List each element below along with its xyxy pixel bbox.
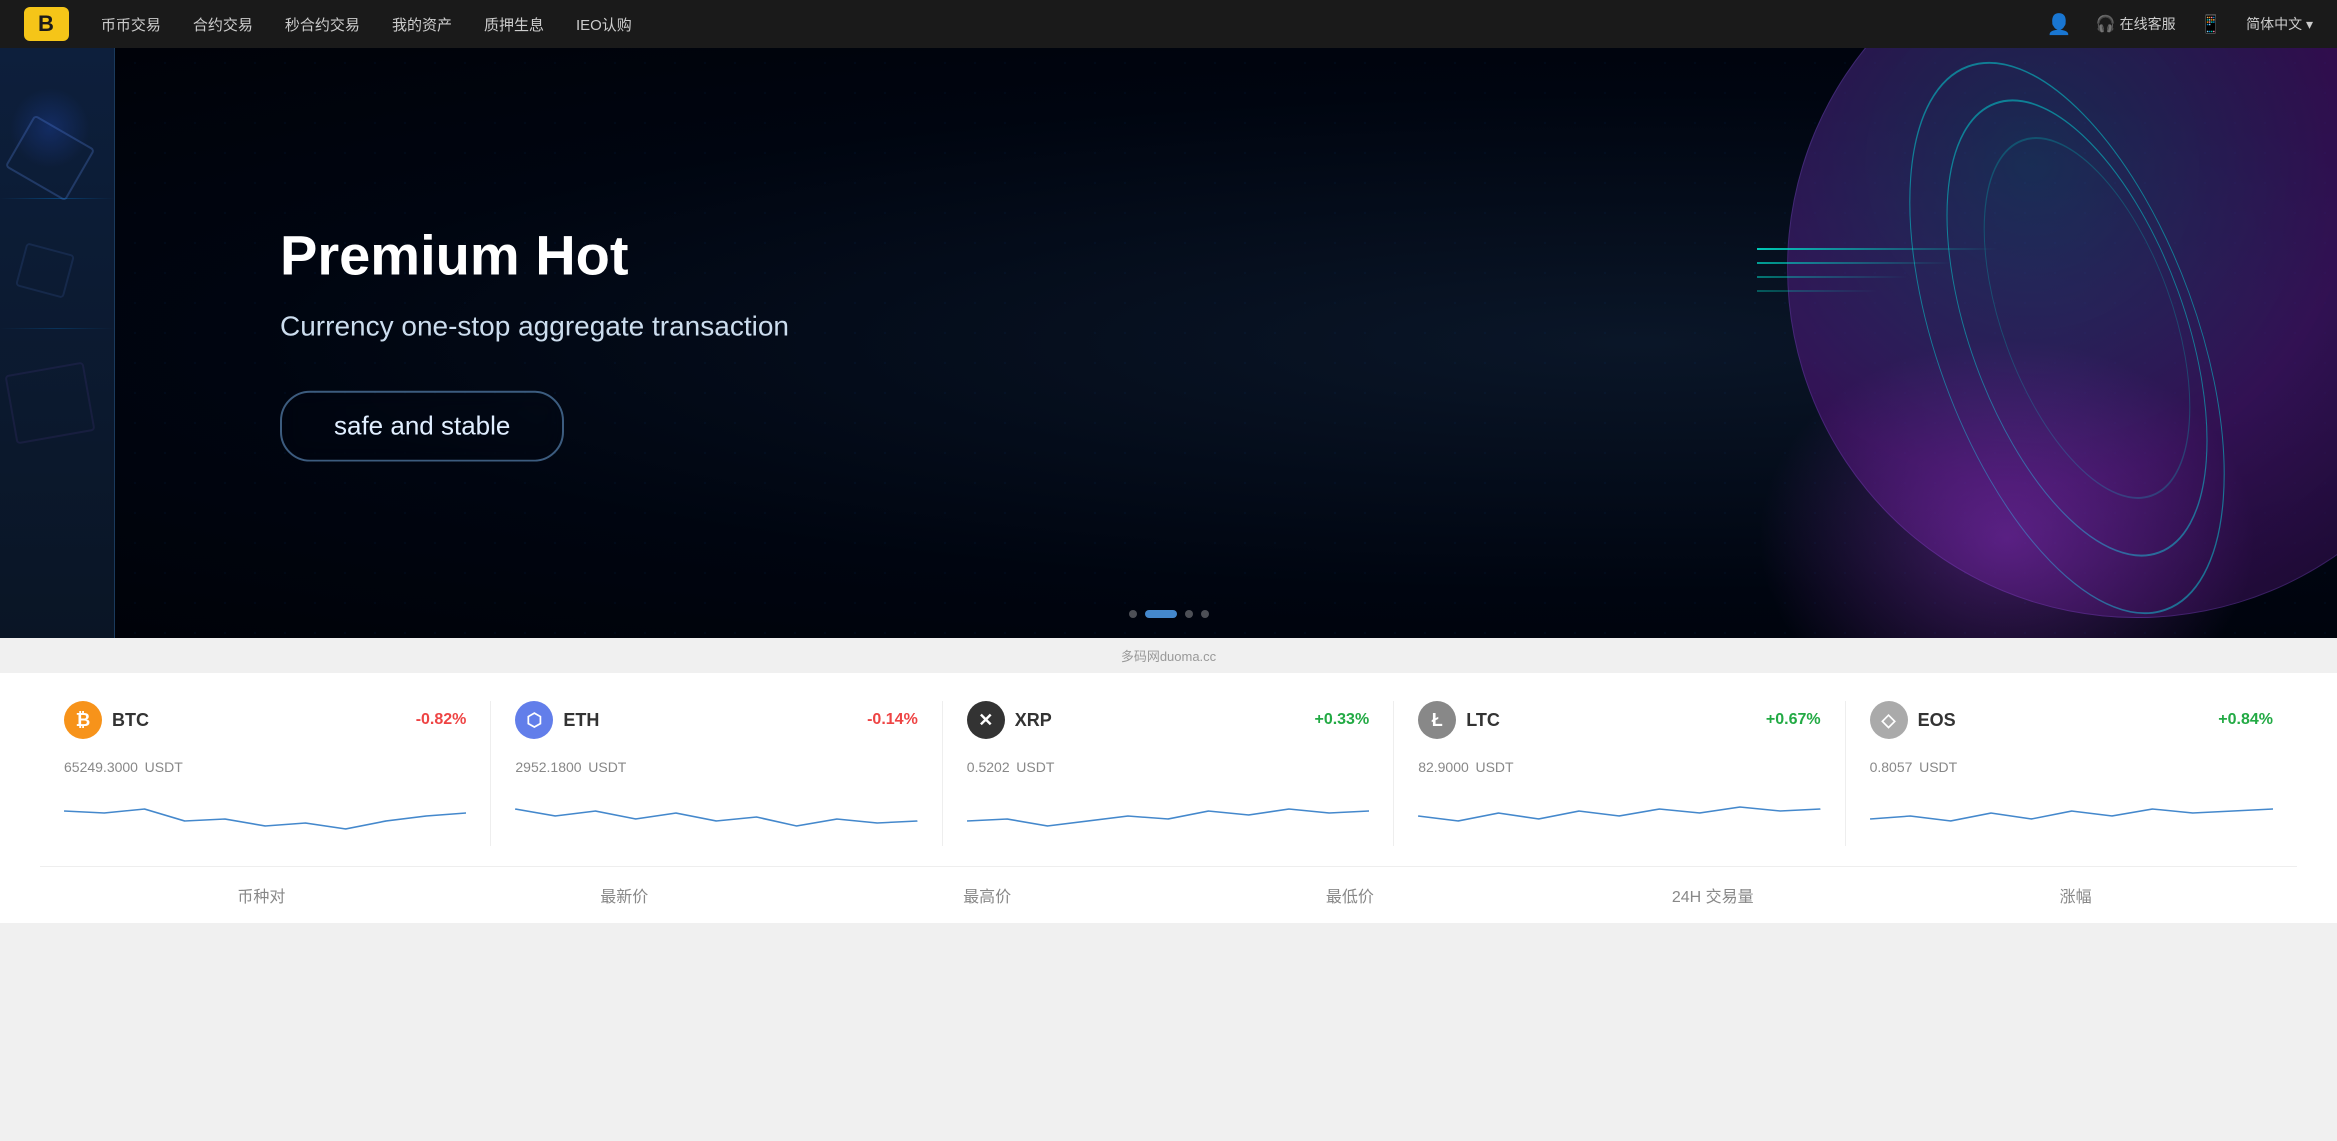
headset-icon: 🎧 (2096, 14, 2116, 34)
hero-cta-button[interactable]: safe and stable (280, 390, 564, 461)
chevron-down-icon: ▾ (2306, 16, 2313, 32)
nav-item-futures[interactable]: 合约交易 (193, 14, 253, 35)
xrp-change: +0.33% (1314, 711, 1369, 729)
eth-symbol: ETH (563, 710, 599, 731)
hero-left-panel (0, 48, 115, 638)
navbar: B 币币交易 合约交易 秒合约交易 我的资产 质押生息 IEO认购 👤 🎧 在线… (0, 0, 2337, 48)
ltc-symbol: LTC (1466, 710, 1500, 731)
col-header-volume: 24H 交易量 (1531, 883, 1894, 907)
user-icon[interactable]: 👤 (2047, 12, 2072, 37)
hero-subtitle: Currency one-stop aggregate transaction (280, 310, 789, 342)
col-header-latest-price: 最新价 (443, 883, 806, 907)
xrp-sparkline (967, 791, 1369, 841)
slide-dot-4[interactable] (1201, 610, 1209, 618)
nav-item-pledge[interactable]: 质押生息 (484, 14, 544, 35)
online-service[interactable]: 🎧 在线客服 (2096, 14, 2176, 34)
nav-menu: 币币交易 合约交易 秒合约交易 我的资产 质押生息 IEO认购 (101, 14, 632, 35)
hero-banner: Premium Hot Currency one-stop aggregate … (0, 48, 2337, 638)
slide-dot-3[interactable] (1185, 610, 1193, 618)
col-header-pair: 币种对 (80, 883, 443, 907)
xrp-symbol: XRP (1015, 710, 1052, 731)
ltc-price: 82.9000 USDT (1418, 751, 1820, 779)
globe-lines (1757, 248, 2057, 304)
download-icon[interactable]: 📱 (2200, 14, 2222, 35)
table-headers: 币种对 最新价 最高价 最低价 24H 交易量 涨幅 (40, 867, 2297, 923)
eth-price: 2952.1800 USDT (515, 751, 917, 779)
nav-item-assets[interactable]: 我的资产 (392, 14, 452, 35)
eos-icon: ◇ (1870, 701, 1908, 739)
ltc-sparkline (1418, 791, 1820, 841)
btc-sparkline (64, 791, 466, 841)
col-header-low: 最低价 (1169, 883, 1532, 907)
ticker-grid: ₿ BTC -0.82% 65249.3000 USDT ⬡ ETH -0.14… (40, 701, 2297, 867)
col-header-change: 涨幅 (1894, 883, 2257, 907)
ticker-section: ₿ BTC -0.82% 65249.3000 USDT ⬡ ETH -0.14… (0, 673, 2337, 923)
ticker-eth-header: ⬡ ETH -0.14% (515, 701, 917, 739)
eos-price: 0.8057 USDT (1870, 751, 2273, 779)
eos-sparkline (1870, 791, 2273, 841)
ticker-eos[interactable]: ◇ EOS +0.84% 0.8057 USDT (1846, 701, 2297, 846)
nav-item-ieo[interactable]: IEO认购 (576, 14, 632, 35)
hero-title: Premium Hot (280, 225, 789, 287)
ticker-ltc-header: Ł LTC +0.67% (1418, 701, 1820, 739)
ticker-eth[interactable]: ⬡ ETH -0.14% 2952.1800 USDT (491, 701, 942, 846)
btc-icon: ₿ (64, 701, 102, 739)
ticker-xrp-header: ✕ XRP +0.33% (967, 701, 1369, 739)
slide-dot-1[interactable] (1129, 610, 1137, 618)
eth-icon: ⬡ (515, 701, 553, 739)
language-selector[interactable]: 简体中文 ▾ (2246, 14, 2313, 34)
btc-symbol: BTC (112, 710, 149, 731)
ltc-change: +0.67% (1766, 711, 1821, 729)
watermark: 多码网duoma.cc (0, 638, 2337, 673)
ticker-ltc[interactable]: Ł LTC +0.67% 82.9000 USDT (1394, 701, 1845, 846)
eth-change: -0.14% (867, 711, 918, 729)
btc-price: 65249.3000 USDT (64, 751, 466, 779)
btc-change: -0.82% (416, 711, 467, 729)
purple-glow (1757, 338, 2257, 638)
ticker-xrp[interactable]: ✕ XRP +0.33% 0.5202 USDT (943, 701, 1394, 846)
ticker-btc-header: ₿ BTC -0.82% (64, 701, 466, 739)
ltc-icon: Ł (1418, 701, 1456, 739)
ticker-eos-header: ◇ EOS +0.84% (1870, 701, 2273, 739)
ticker-btc[interactable]: ₿ BTC -0.82% 65249.3000 USDT (40, 701, 491, 846)
hero-content: Premium Hot Currency one-stop aggregate … (280, 225, 789, 462)
eos-change: +0.84% (2218, 711, 2273, 729)
col-header-high: 最高价 (806, 883, 1169, 907)
navbar-right: 👤 🎧 在线客服 📱 简体中文 ▾ (2047, 12, 2313, 37)
xrp-price: 0.5202 USDT (967, 751, 1369, 779)
xrp-icon: ✕ (967, 701, 1005, 739)
slide-dot-2[interactable] (1145, 610, 1177, 618)
eth-sparkline (515, 791, 917, 841)
nav-item-spot[interactable]: 币币交易 (101, 14, 161, 35)
slide-dots (1129, 610, 1209, 618)
eos-symbol: EOS (1918, 710, 1956, 731)
logo[interactable]: B (24, 7, 69, 41)
nav-item-second-futures[interactable]: 秒合约交易 (285, 14, 360, 35)
